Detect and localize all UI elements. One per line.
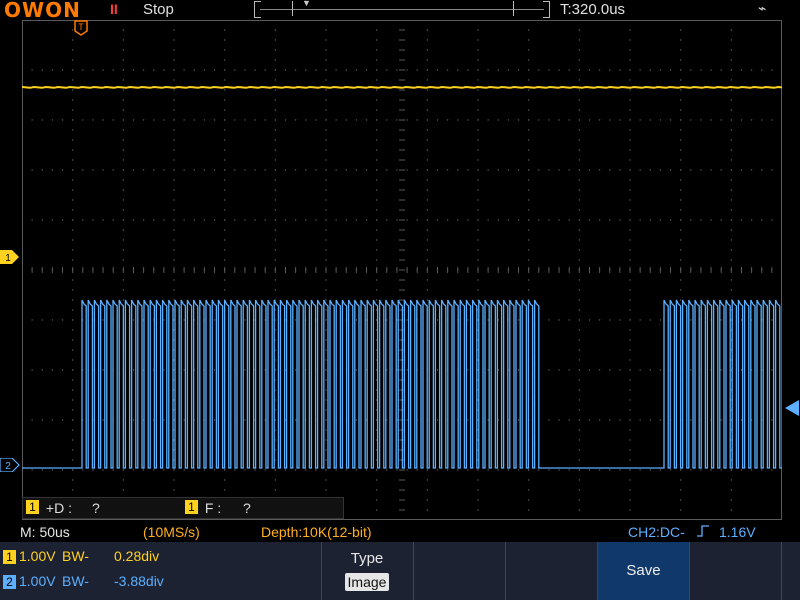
ch1-volts-div: 1.00V [19,548,56,564]
ch2-waveform [22,299,782,469]
top-bar: OWON II Stop ▼ T:320.0us ⌁ [0,0,800,22]
ch1-settings-row[interactable]: 1 1.00V BW- 0.28div [0,546,320,566]
ch1-offset: 0.28div [114,548,160,564]
ch1-bandwidth: BW- [62,548,89,564]
menu-divider [505,542,506,600]
measurement-value: ? [243,500,251,516]
ch2-marker-label: 2 [5,461,11,472]
timebase-readout: M: 50us [20,524,70,540]
bar-right-bracket [543,1,550,18]
measurement-label: +D : [45,500,72,516]
save-type-label: Type [350,550,384,567]
bottom-panel: 1 1.00V BW- 0.28div 2 1.00V BW- -3.88div… [0,542,800,600]
waveform-display[interactable] [22,20,782,520]
trigger-position-marker-icon: ▼ [302,0,311,8]
menu-divider [781,542,782,600]
ch2-bandwidth: BW- [62,573,89,589]
ch1-marker-label: 1 [5,253,11,264]
measurement-value: ? [92,500,100,516]
menu-divider [413,542,414,600]
measurement-panel: 1 +D : ? 1 F : ? [22,497,344,519]
ch2-offset: -3.88div [114,573,164,589]
ch1-offset-marker-icon[interactable]: 1 [0,250,20,264]
ch2-badge: 2 [3,575,16,589]
trigger-level-marker-icon[interactable] [783,400,799,416]
usb-icon: ⌁ [758,0,767,16]
pause-icon: II [110,1,118,17]
viewport-window [292,1,514,16]
ch2-offset-marker-icon[interactable]: 2 [0,458,20,472]
ch2-settings-row[interactable]: 2 1.00V BW- -3.88div [0,571,320,591]
trigger-level-readout: 1.16V [719,524,756,540]
measurement-label: F : [204,500,222,516]
trigger-marker-label: T [78,22,84,32]
measurement-duty: 1 +D : ? [26,500,100,516]
measurement-frequency: 1 F : ? [185,500,251,516]
ch1-badge: 1 [3,550,16,564]
time-position-readout: T:320.0us [560,1,626,18]
ch1-waveform [22,85,782,89]
sample-rate-readout: (10MS/s) [143,524,200,540]
measurement-channel-badge: 1 [185,500,198,514]
brand-logo: OWON [4,0,81,22]
rising-edge-icon [696,524,710,541]
memory-position-bar: ▼ [254,0,550,18]
trigger-source-readout: CH2:DC- [628,524,685,540]
status-line: M: 50us (10MS/s) Depth:10K(12-bit) CH2:D… [0,522,800,542]
run-state-label: Stop [143,1,174,18]
menu-divider [689,542,690,600]
ch2-volts-div: 1.00V [19,573,56,589]
save-type-selector[interactable]: Image [345,573,389,591]
measurement-channel-badge: 1 [26,500,39,514]
record-depth-readout: Depth:10K(12-bit) [261,524,372,540]
trigger-time-marker-icon[interactable]: T [74,20,88,36]
save-button[interactable]: Save [598,542,689,600]
